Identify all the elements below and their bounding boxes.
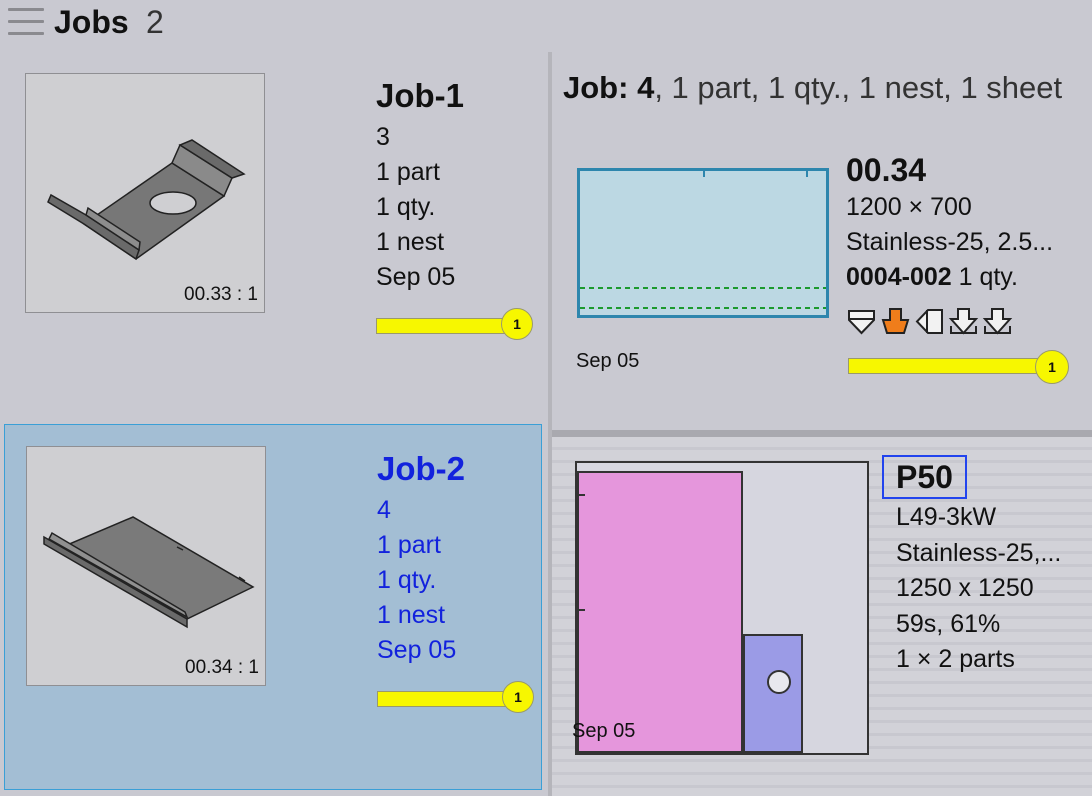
scale-label: 00.34 : 1: [185, 657, 259, 678]
job-date: Sep 05: [377, 636, 457, 664]
job-count: 2: [146, 4, 164, 40]
progress-badge: 1: [502, 681, 534, 713]
job-summary-number: 4: [637, 70, 655, 105]
sheet-info: 00.34 1200 × 700 Stainless-25, 2.5... 00…: [846, 150, 1053, 295]
bend-left-icon[interactable]: [914, 306, 945, 337]
scale-label: 00.33 : 1: [184, 284, 258, 305]
program-material: Stainless-25,...: [896, 538, 1062, 567]
hamburger-menu-icon[interactable]: [8, 8, 44, 38]
job-nests: 1 nest: [376, 228, 445, 256]
part-3d-preview: [43, 516, 255, 629]
job-qty: 1 qty.: [377, 566, 437, 594]
part-qty: 1 qty.: [958, 263, 1018, 291]
part-3d-preview: [47, 139, 246, 261]
bend-tool-icons: [846, 306, 1013, 338]
job-progress: 1: [376, 308, 540, 346]
sheet-material: Stainless-25, 2.5...: [846, 228, 1054, 256]
sheet-preview[interactable]: [577, 168, 829, 318]
nest-date: Sep 05: [572, 720, 636, 742]
sheet-date: Sep 05: [576, 350, 640, 372]
program-info: P50 L49-3kW Stainless-25,... 1250 x 1250…: [882, 455, 1062, 678]
nest-layout-preview[interactable]: [575, 461, 869, 755]
part-number: 0004-002: [846, 263, 952, 291]
progress-track: [848, 358, 1040, 374]
job-name: Job-1: [376, 77, 465, 114]
job-number: 4: [377, 496, 391, 524]
job-parts: 1 part: [376, 158, 440, 186]
progress-badge: 1: [1035, 350, 1069, 384]
job-date: Sep 05: [376, 263, 456, 291]
bend-active-icon[interactable]: [880, 306, 911, 337]
part-thumbnail: 00.33 : 1: [25, 73, 265, 313]
job-info: Job-2 4 1 part 1 qty. 1 nest Sep 05: [377, 445, 465, 668]
page-title: Jobs: [54, 4, 129, 40]
sheet-part-line: 0004-002 1 qty.: [846, 260, 1053, 295]
job-progress: 1: [377, 681, 541, 719]
program-time-utilization: 59s, 61%: [896, 609, 1001, 638]
job-list: 00.33 : 1 Job-1 3 1 part 1 qty. 1 nest S…: [0, 52, 548, 796]
job-nests: 1 nest: [377, 601, 446, 629]
program-name[interactable]: P50: [882, 455, 967, 499]
job-summary-details: , 1 part, 1 qty., 1 nest, 1 sheet: [654, 70, 1063, 105]
bend-down-icon[interactable]: [846, 306, 877, 337]
job-name: Job-2: [377, 450, 466, 487]
job-info: Job-1 3 1 part 1 qty. 1 nest Sep 05: [376, 72, 464, 295]
job-summary-label: Job:: [563, 70, 629, 105]
progress-track: [377, 691, 507, 707]
header-bar: Jobs 2: [0, 0, 1092, 50]
program-sheet-size: 1250 x 1250: [896, 574, 1034, 602]
progress-track: [376, 318, 506, 334]
sheet-size: 1200 × 700: [846, 193, 972, 221]
bend-down-alt-icon[interactable]: [948, 306, 979, 337]
job-qty: 1 qty.: [376, 193, 436, 221]
job-summary: Job: 4, 1 part, 1 qty., 1 nest, 1 sheet: [563, 70, 1062, 106]
program-parts: 1 × 2 parts: [896, 645, 1015, 673]
job-number: 3: [376, 123, 390, 151]
job-card-1[interactable]: 00.33 : 1 Job-1 3 1 part 1 qty. 1 nest S…: [4, 52, 542, 418]
sheet-progress: 1: [848, 348, 1072, 384]
job-parts: 1 part: [377, 531, 441, 559]
part-thumbnail: 00.34 : 1: [26, 446, 266, 686]
job-card-2[interactable]: 00.34 : 1 Job-2 4 1 part 1 qty. 1 nest S…: [4, 424, 542, 790]
progress-badge: 1: [501, 308, 533, 340]
bend-down-alt2-icon[interactable]: [982, 306, 1013, 337]
row-splitter[interactable]: [552, 430, 1092, 437]
sheet-id: 00.34: [846, 152, 927, 188]
program-machine: L49-3kW: [896, 503, 997, 531]
